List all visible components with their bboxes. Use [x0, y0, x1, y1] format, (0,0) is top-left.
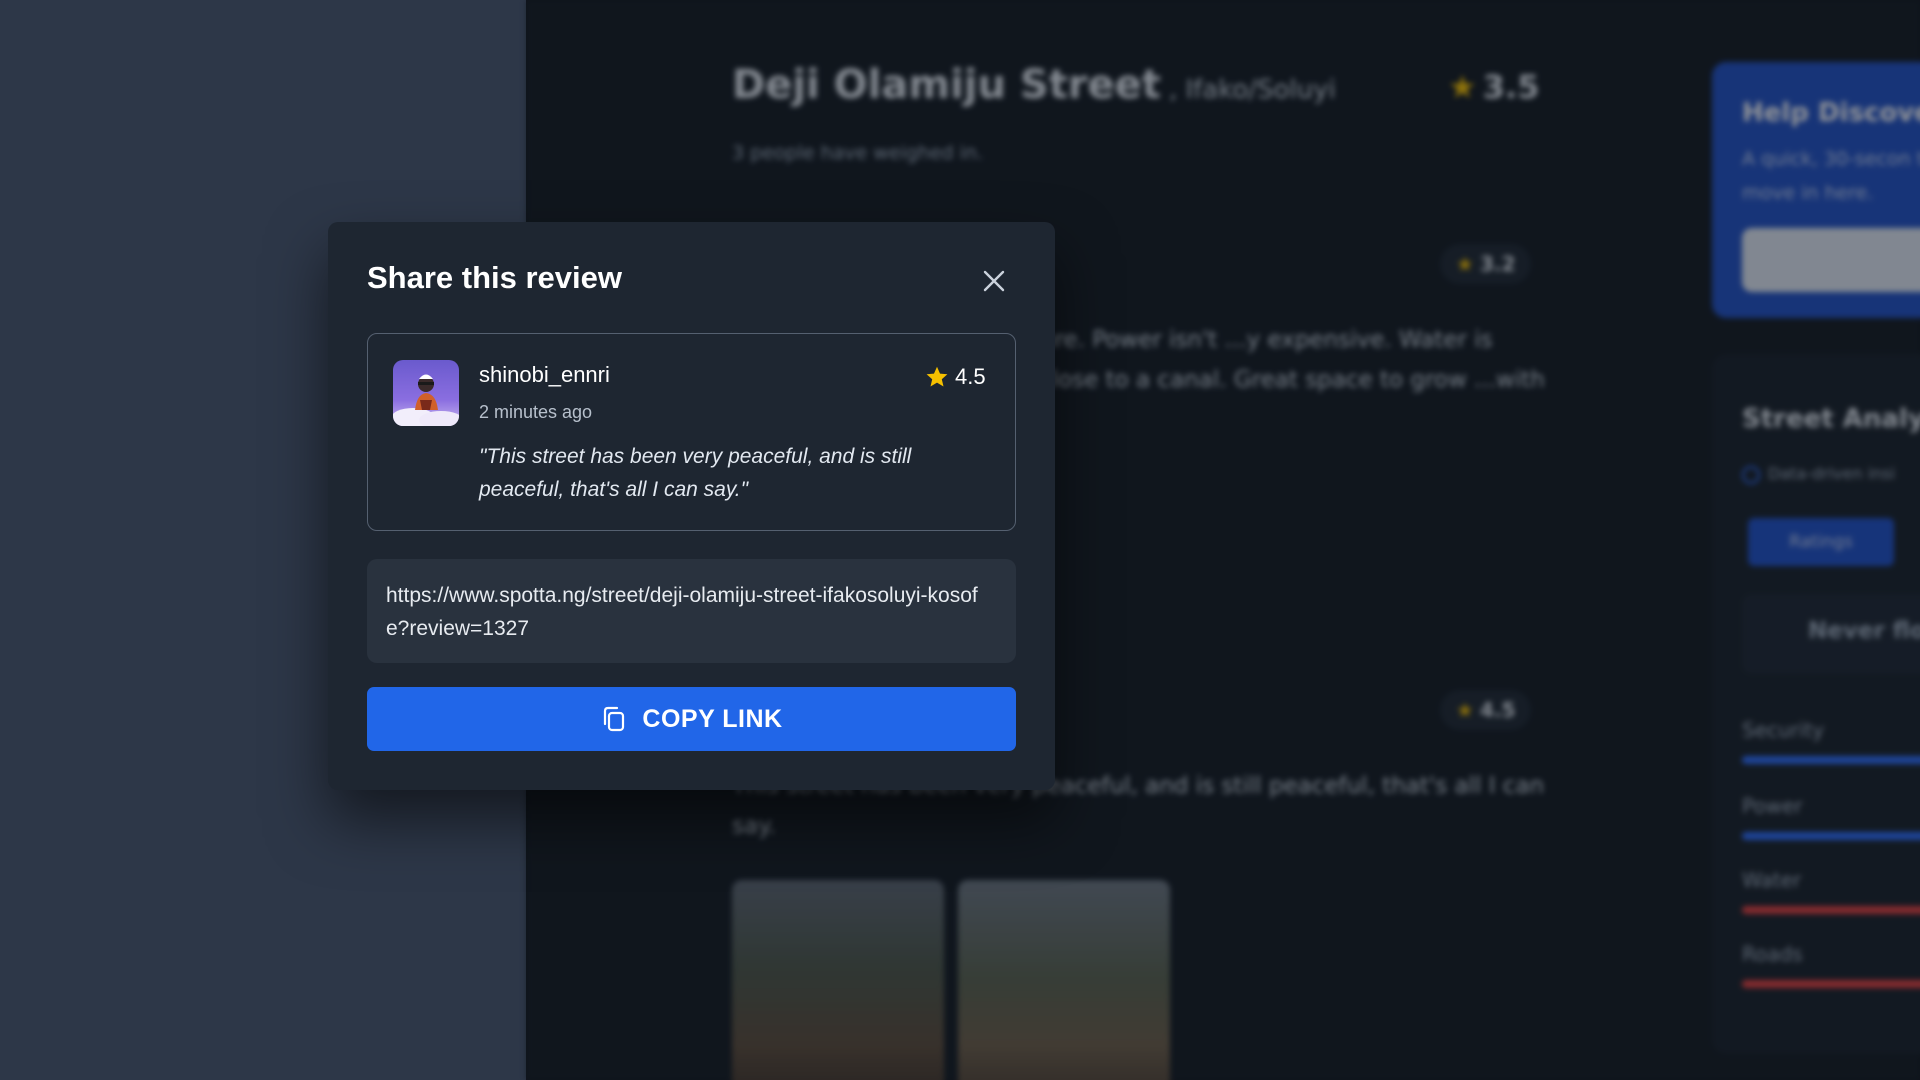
review-rating-value: 4.5 [1479, 698, 1516, 722]
review-preview-card: shinobi_ennri 2 minutes ago 4.5 "This st… [367, 333, 1016, 531]
metric-power: Power [1742, 794, 1920, 840]
modal-title: Share this review [367, 260, 623, 295]
copy-link-button[interactable]: COPY LINK [367, 687, 1016, 751]
overall-rating-value: 3.5 [1482, 68, 1540, 106]
metric-roads: Roads [1742, 942, 1920, 988]
metric-label: Security [1742, 718, 1825, 742]
review-rating-chip: ★ 4.5 [1440, 690, 1532, 730]
review-timestamp: 2 minutes ago [479, 402, 593, 422]
analysis-title: Street Analys [1742, 404, 1920, 434]
help-discover-card: Help Discover A quick, 30-secon to move … [1712, 62, 1920, 318]
star-icon: ★ [1456, 252, 1474, 276]
copy-icon [604, 706, 625, 732]
star-icon: ★ [1448, 68, 1477, 106]
app-stage: Deji Olamiju Street, Ifako/Soluyi ★ 3.5 3… [0, 0, 1920, 1080]
help-card-button[interactable] [1742, 228, 1920, 292]
street-title: Deji Olamiju Street, Ifako/Soluyi [732, 62, 1336, 108]
help-card-subtitle: A quick, 30-secon to move in here. [1742, 148, 1920, 204]
avatar [393, 360, 459, 426]
metric-label: Water [1742, 868, 1802, 892]
copy-link-label: COPY LINK [642, 704, 783, 733]
street-analysis-panel: Street Analys Data-driven insi Ratings N… [1712, 354, 1920, 1054]
analysis-radio[interactable]: Data-driven insi [1742, 464, 1895, 484]
share-url-field[interactable]: https://www.spotta.ng/street/deji-olamij… [367, 559, 1016, 663]
help-card-title: Help Discover [1742, 98, 1920, 128]
street-location: , Ifako/Soluyi [1168, 75, 1336, 105]
review-quote: "This street has been very peaceful, and… [479, 445, 912, 501]
share-url-text[interactable]: https://www.spotta.ng/street/deji-olamij… [386, 579, 996, 645]
review-username: shinobi_ennri [479, 362, 610, 387]
metric-bar [1742, 906, 1920, 914]
review-photos [732, 880, 1170, 1080]
analysis-note-text: Never flo [1808, 618, 1920, 644]
metric-security: Security [1742, 718, 1920, 764]
overall-rating: ★ 3.5 [1448, 68, 1539, 106]
share-review-modal: Share this review shinobi_ennri 2 minute… [328, 222, 1055, 790]
review-rating-value: 4.5 [955, 364, 986, 389]
metric-bar [1742, 756, 1920, 764]
weigh-in-text: 3 people have weighed in. [732, 142, 983, 164]
analysis-radio-label: Data-driven insi [1768, 464, 1896, 483]
metric-label: Roads [1742, 942, 1803, 966]
metric-label: Power [1742, 794, 1803, 818]
review-rating-chip: ★ 3.2 [1440, 244, 1532, 284]
analysis-note: Never flo [1742, 594, 1920, 674]
close-button[interactable] [979, 266, 1009, 296]
tab-ratings[interactable]: Ratings [1748, 518, 1894, 566]
radio-icon [1742, 465, 1760, 484]
metric-bar [1742, 832, 1920, 840]
star-icon: ★ [1456, 698, 1474, 722]
metric-bar [1742, 980, 1920, 988]
star-icon [926, 366, 948, 387]
review-rating-value: 3.2 [1479, 252, 1516, 276]
review-photo[interactable] [958, 880, 1170, 1080]
review-rating: 4.5 [925, 364, 986, 390]
avatar-image-icon [393, 374, 459, 426]
close-icon [983, 270, 1005, 292]
review-photo[interactable] [732, 880, 944, 1080]
street-name: Deji Olamiju Street [732, 62, 1161, 108]
metric-water: Water [1742, 868, 1920, 914]
